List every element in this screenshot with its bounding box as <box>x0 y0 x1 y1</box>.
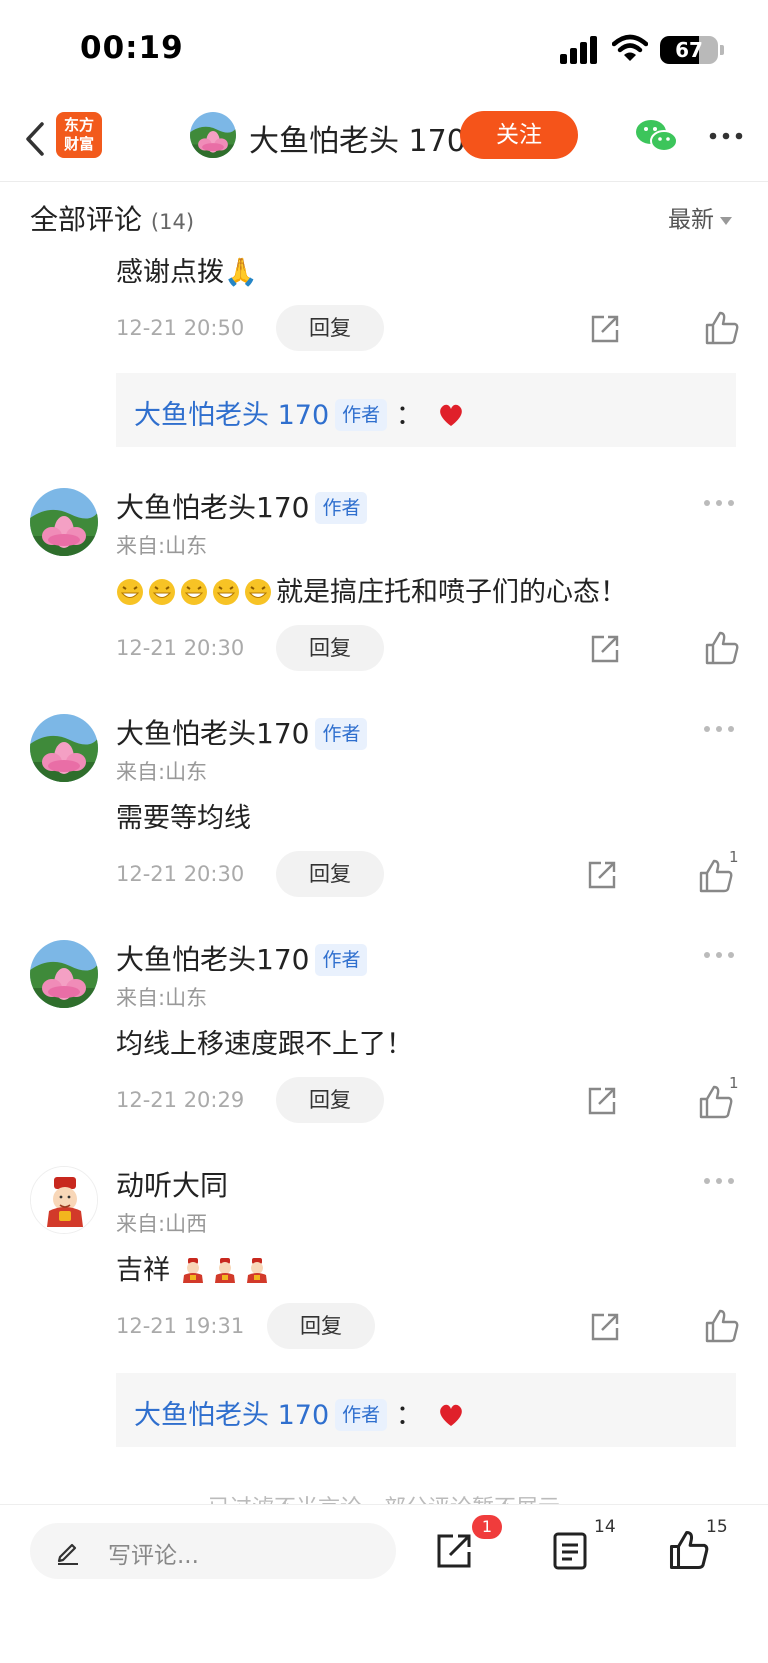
reply-separator: ： <box>395 400 423 431</box>
comment-text: 需要等均线 <box>116 803 251 834</box>
status-bar: 00:19 67 <box>0 0 768 100</box>
comments-title-label: 全部评论 <box>30 203 143 236</box>
comment-text: 就是搞庄托和喷子们的心态！ <box>276 577 627 608</box>
comment-location: 来自:山东 <box>116 534 208 558</box>
caret-down-icon <box>720 216 732 225</box>
comments-count-badge: 14 <box>594 1517 616 1537</box>
grin-emoji-group-icon <box>116 577 276 608</box>
comments-count: (14) <box>150 210 195 234</box>
like-icon[interactable] <box>704 1308 740 1344</box>
comment-input-placeholder: 写评论... <box>108 1543 199 1569</box>
reply-button[interactable]: 回复 <box>276 851 384 897</box>
more-options-icon[interactable] <box>704 724 734 734</box>
reply-author[interactable]: 大鱼怕老头 170 <box>134 1400 329 1431</box>
reply-button[interactable]: 回复 <box>276 1077 384 1123</box>
reply-button[interactable]: 回复 <box>276 305 384 351</box>
share-icon[interactable] <box>434 1531 474 1571</box>
comments-header: 全部评论 (14) 最新 <box>0 190 768 240</box>
share-icon[interactable] <box>588 312 622 346</box>
comment-time: 12-21 20:30 <box>116 862 245 886</box>
cellular-signal-icon <box>560 36 600 64</box>
battery-icon: 67 <box>660 36 718 64</box>
author-tag: 作者 <box>315 492 368 524</box>
like-icon[interactable] <box>704 630 740 666</box>
username-label: 大鱼怕老头170 <box>116 717 310 750</box>
like-count: 1 <box>729 1074 739 1092</box>
share-icon[interactable] <box>585 1084 619 1118</box>
avatar[interactable] <box>30 488 98 556</box>
filter-note: 已过滤不当言论，部分评论暂不展示 <box>0 1490 768 1504</box>
author-avatar[interactable] <box>190 112 236 158</box>
comment-input[interactable]: 写评论... <box>30 1523 396 1579</box>
comment-text-row: 就是搞庄托和喷子们的心态！ <box>116 570 627 609</box>
username-label: 大鱼怕老头170 <box>116 943 310 976</box>
comment-text: 吉祥 <box>116 1255 170 1286</box>
comment-text-row: 吉祥 <box>116 1248 275 1287</box>
username[interactable]: 大鱼怕老头170 作者 <box>116 486 368 526</box>
sort-label: 最新 <box>668 207 714 233</box>
back-icon[interactable] <box>18 116 54 162</box>
comment-location: 来自:山东 <box>116 986 208 1010</box>
heart-emoji-icon <box>440 1404 463 1426</box>
share-badge: 1 <box>472 1515 502 1539</box>
like-count: 1 <box>729 848 739 866</box>
reply-button[interactable]: 回复 <box>276 625 384 671</box>
avatar[interactable] <box>30 940 98 1008</box>
follow-button[interactable]: 关注 <box>460 111 578 159</box>
share-icon[interactable] <box>588 1310 622 1344</box>
share-icon[interactable] <box>588 632 622 666</box>
more-options-icon[interactable] <box>704 498 734 508</box>
author-tag: 作者 <box>335 399 388 431</box>
heart-emoji-icon <box>440 404 463 426</box>
comment-text: 均线上移速度跟不上了！ <box>116 1029 413 1060</box>
battery-level: 67 <box>675 38 703 62</box>
wifi-icon <box>612 34 648 61</box>
reply-separator: ： <box>395 1400 423 1431</box>
comment-time: 12-21 19:31 <box>116 1314 245 1338</box>
more-options-icon[interactable] <box>704 1176 734 1186</box>
author-reply[interactable]: 大鱼怕老头 170 作者 ： <box>116 373 736 447</box>
author-tag: 作者 <box>335 1399 388 1431</box>
comment-location: 来自:山东 <box>116 760 208 784</box>
author-tag: 作者 <box>315 718 368 750</box>
username[interactable]: 大鱼怕老头170 作者 <box>116 938 368 978</box>
username[interactable]: 大鱼怕老头170 作者 <box>116 712 368 752</box>
bottom-bar: 写评论... 1 14 15 <box>0 1504 768 1663</box>
logo-line2: 财富 <box>63 135 94 153</box>
comment-location: 来自:山西 <box>116 1212 208 1236</box>
author-tag: 作者 <box>315 944 368 976</box>
wechat-share-icon[interactable] <box>634 116 680 156</box>
comment-time: 12-21 20:29 <box>116 1088 245 1112</box>
like-icon[interactable] <box>704 310 740 346</box>
username-label: 大鱼怕老头170 <box>116 491 310 524</box>
comment-text: 感谢点拨🙏 <box>116 257 258 288</box>
avatar[interactable] <box>30 1166 98 1234</box>
like-count: 15 <box>706 1517 728 1537</box>
status-time: 00:19 <box>80 30 184 66</box>
more-options-icon[interactable] <box>704 950 734 960</box>
comments-list-icon[interactable] <box>552 1531 588 1571</box>
username-label: 动听大同 <box>116 1169 229 1202</box>
more-options-icon[interactable] <box>708 118 744 154</box>
sort-dropdown[interactable]: 最新 <box>668 200 732 234</box>
like-icon[interactable] <box>668 1529 710 1571</box>
logo-line1: 东方 <box>63 116 94 134</box>
author-reply[interactable]: 大鱼怕老头 170 作者 ： <box>116 1373 736 1447</box>
reply-author[interactable]: 大鱼怕老头 170 <box>134 400 329 431</box>
app-logo[interactable]: 东方 财富 <box>56 112 102 158</box>
share-icon[interactable] <box>585 858 619 892</box>
avatar[interactable] <box>30 714 98 782</box>
comment-time: 12-21 20:50 <box>116 316 245 340</box>
page-title: 大鱼怕老头 170 <box>249 124 466 159</box>
god-of-wealth-emoji-group-icon <box>170 1255 275 1286</box>
comments-title: 全部评论 (14) <box>30 198 194 238</box>
reply-button[interactable]: 回复 <box>267 1303 375 1349</box>
nav-bar: 东方 财富 大鱼怕老头 170 关注 <box>0 100 768 182</box>
pen-icon <box>57 1543 78 1565</box>
comment-time: 12-21 20:30 <box>116 636 245 660</box>
username[interactable]: 动听大同 <box>116 1164 228 1204</box>
